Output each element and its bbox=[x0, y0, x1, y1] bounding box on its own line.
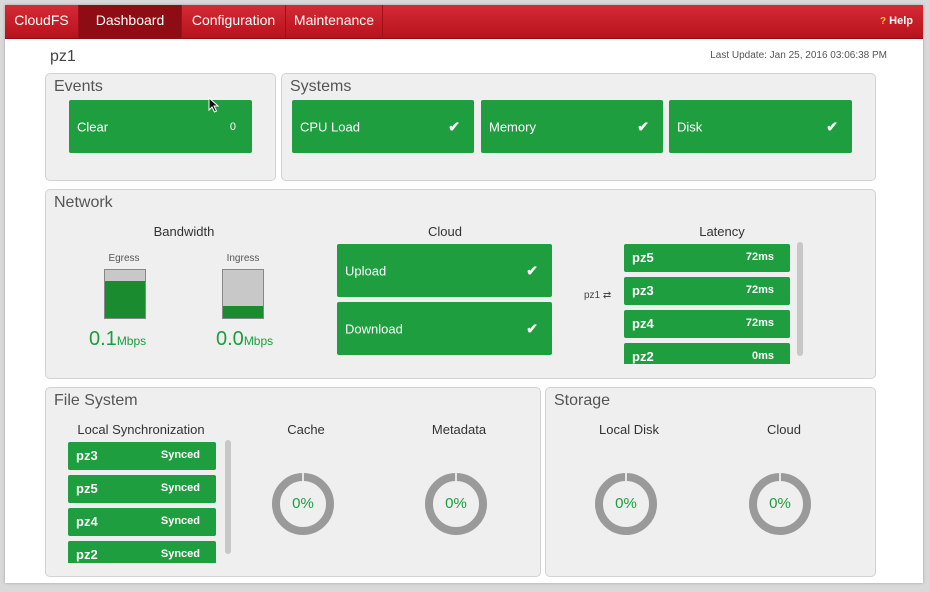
filesystem-title: File System bbox=[54, 392, 138, 409]
egress-label: Egress bbox=[108, 253, 140, 264]
storage-cloud-donut: 0% bbox=[748, 472, 812, 536]
ingress-unit: Mbps bbox=[243, 334, 274, 348]
help-link[interactable]: ? Help bbox=[880, 5, 913, 39]
disk-label: Disk bbox=[677, 119, 703, 134]
local-disk-donut: 0% bbox=[594, 472, 658, 536]
egress-unit: Mbps bbox=[116, 334, 147, 348]
tab-maintenance[interactable]: Maintenance bbox=[286, 5, 383, 39]
latency-value: 0ms bbox=[751, 350, 774, 362]
sync-status: Synced bbox=[160, 548, 200, 560]
latency-source-name: pz1 bbox=[584, 290, 601, 301]
metadata-donut: 0% bbox=[424, 472, 488, 536]
top-navbar: CloudFS Dashboard Configuration Maintena… bbox=[5, 5, 923, 39]
storage-cloud-percent: 0% bbox=[769, 495, 791, 512]
last-update: Last Update: Jan 25, 2016 03:06:38 PM bbox=[710, 50, 887, 61]
sync-row: pz2 Synced bbox=[68, 541, 216, 563]
latency-host: pz4 bbox=[632, 316, 654, 331]
local-sync-title: Local Synchronization bbox=[77, 422, 205, 437]
sync-row: pz4 Synced bbox=[68, 508, 216, 536]
events-title: Events bbox=[54, 78, 103, 95]
sync-row: pz3 Synced bbox=[68, 442, 216, 470]
check-icon: ✔ bbox=[826, 118, 838, 134]
sync-host: pz4 bbox=[76, 514, 98, 529]
egress-bar bbox=[104, 269, 146, 319]
help-label: Help bbox=[889, 15, 913, 27]
download-label: Download bbox=[345, 321, 403, 336]
ingress-bar bbox=[222, 269, 264, 319]
latency-host: pz3 bbox=[632, 283, 654, 298]
memory-label: Memory bbox=[489, 119, 536, 134]
ingress-label: Ingress bbox=[226, 253, 260, 264]
app-window: CloudFS Dashboard Configuration Maintena… bbox=[5, 5, 923, 583]
metadata-title: Metadata bbox=[431, 422, 487, 437]
bandwidth-title: Bandwidth bbox=[153, 224, 215, 239]
latency-host: pz2 bbox=[632, 349, 654, 364]
cache-percent: 0% bbox=[292, 495, 314, 512]
disk-tile[interactable]: Disk ✔ bbox=[669, 100, 852, 153]
ingress-value: 0.0Mbps bbox=[216, 328, 273, 351]
cache-title: Cache bbox=[287, 422, 325, 437]
ingress-bar-fill bbox=[223, 306, 263, 318]
egress-value: 0.1Mbps bbox=[89, 328, 146, 351]
upload-tile[interactable]: Upload ✔ bbox=[337, 244, 552, 297]
events-tile-count: 0 bbox=[229, 120, 236, 133]
host-title: pz1 bbox=[50, 48, 76, 65]
cache-donut: 0% bbox=[271, 472, 335, 536]
memory-tile[interactable]: Memory ✔ bbox=[481, 100, 663, 153]
sync-status: Synced bbox=[160, 449, 200, 461]
sync-scrollbar[interactable] bbox=[225, 440, 231, 554]
sync-row: pz5 Synced bbox=[68, 475, 216, 503]
events-tile-label: Clear bbox=[77, 119, 109, 134]
metadata-percent: 0% bbox=[445, 495, 467, 512]
check-icon: ✔ bbox=[637, 118, 649, 134]
local-disk-percent: 0% bbox=[615, 495, 637, 512]
sync-host: pz5 bbox=[76, 481, 98, 496]
sync-status: Synced bbox=[160, 515, 200, 527]
latency-value: 72ms bbox=[745, 251, 774, 263]
tab-configuration[interactable]: Configuration bbox=[182, 5, 286, 39]
ingress-number: 0.0 bbox=[216, 328, 244, 350]
storage-panel: Storage Local Disk 0% Cloud 0% bbox=[545, 387, 876, 577]
brand-logo[interactable]: CloudFS bbox=[5, 5, 79, 39]
cpu-load-label: CPU Load bbox=[300, 119, 360, 134]
sync-status: Synced bbox=[160, 482, 200, 494]
cpu-load-tile[interactable]: CPU Load ✔ bbox=[292, 100, 474, 153]
egress-number: 0.1 bbox=[89, 328, 117, 350]
events-panel: Events Clear 0 bbox=[45, 73, 276, 181]
latency-scrollbar[interactable] bbox=[797, 242, 803, 356]
storage-cloud-title: Cloud bbox=[767, 422, 801, 437]
cloud-title: Cloud bbox=[428, 224, 462, 239]
egress-bar-fill bbox=[105, 280, 145, 318]
local-disk-title: Local Disk bbox=[599, 422, 659, 437]
sync-host: pz2 bbox=[76, 547, 98, 562]
network-panel: Network Bandwidth Egress Ingress 0.1Mbps… bbox=[45, 189, 876, 379]
swap-icon: ⇄ bbox=[602, 290, 612, 301]
latency-value: 72ms bbox=[745, 284, 774, 296]
latency-value: 72ms bbox=[745, 317, 774, 329]
latency-list[interactable]: pz5 72ms pz3 72ms pz4 72ms pz2 0ms bbox=[624, 244, 790, 364]
latency-row: pz5 72ms bbox=[624, 244, 790, 272]
sync-list[interactable]: pz3 Synced pz5 Synced pz4 Synced pz2 Syn… bbox=[68, 442, 216, 563]
check-icon: ✔ bbox=[448, 118, 460, 134]
systems-title: Systems bbox=[290, 78, 352, 95]
latency-title: Latency bbox=[699, 224, 745, 239]
filesystem-panel: File System Local Synchronization pz3 Sy… bbox=[45, 387, 541, 577]
latency-row: pz3 72ms bbox=[624, 277, 790, 305]
check-icon: ✔ bbox=[526, 320, 538, 336]
check-icon: ✔ bbox=[526, 262, 538, 278]
upload-label: Upload bbox=[345, 263, 387, 278]
sync-host: pz3 bbox=[76, 448, 98, 463]
network-title: Network bbox=[54, 194, 113, 211]
events-clear-tile[interactable]: Clear 0 bbox=[69, 100, 252, 153]
mouse-cursor-icon bbox=[208, 97, 220, 113]
latency-source: pz1 ⇄ bbox=[584, 290, 620, 301]
latency-host: pz5 bbox=[632, 250, 654, 265]
latency-row: pz4 72ms bbox=[624, 310, 790, 338]
latency-row: pz2 0ms bbox=[624, 343, 790, 364]
storage-title: Storage bbox=[554, 392, 611, 409]
download-tile[interactable]: Download ✔ bbox=[337, 302, 552, 355]
help-icon: ? bbox=[880, 16, 887, 27]
systems-panel: Systems CPU Load ✔ Memory ✔ Disk ✔ bbox=[281, 73, 876, 181]
tab-dashboard[interactable]: Dashboard bbox=[79, 5, 182, 39]
